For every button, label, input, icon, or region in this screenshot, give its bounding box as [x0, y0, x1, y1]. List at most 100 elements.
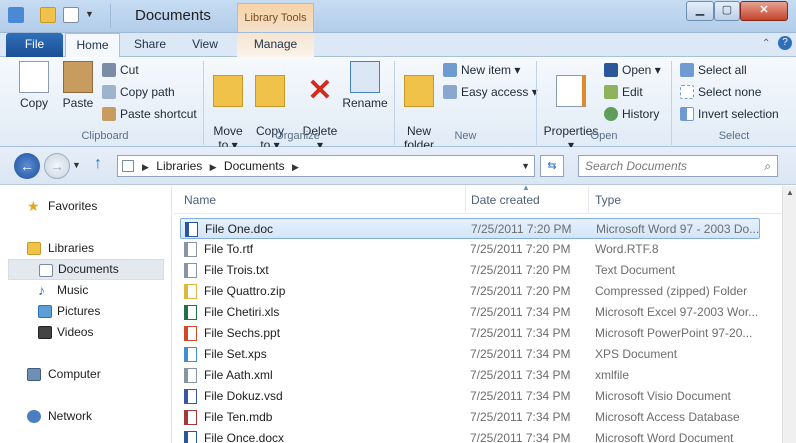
file-row[interactable]: File Chetiri.xls 7/25/2011 7:34 PM Microso…	[180, 302, 760, 323]
tab-view[interactable]: View	[180, 33, 230, 57]
search-input[interactable]: Search Documents ⌕	[578, 155, 778, 177]
new-item-button[interactable]: New item ▾	[443, 63, 520, 77]
properties-icon	[556, 75, 586, 107]
scroll-up-icon[interactable]: ▲	[786, 188, 794, 197]
column-header-date[interactable]: Date created	[471, 193, 540, 207]
ribbon-tab-row: File Home Share View Manage ⌃ ?	[0, 33, 796, 58]
close-button[interactable]: ✕	[740, 1, 788, 21]
nav-item-videos[interactable]: Videos	[0, 322, 168, 343]
column-header-row: Name ▲ Date created Type	[174, 183, 782, 214]
cut-button[interactable]: Cut	[102, 63, 139, 77]
nav-label: Videos	[57, 325, 94, 339]
breadcrumb-libraries[interactable]: Libraries	[156, 159, 202, 173]
file-row[interactable]: File Dokuz.vsd 7/25/2011 7:34 PM Microsoft…	[180, 386, 760, 407]
nav-label: Computer	[48, 367, 101, 381]
history-icon	[604, 107, 618, 121]
file-row[interactable]: File Sechs.ppt 7/25/2011 7:34 PM Microsoft…	[180, 323, 760, 344]
maximize-button[interactable]: ▢	[714, 1, 740, 21]
nav-item-libraries[interactable]: Libraries	[0, 238, 168, 259]
tab-share[interactable]: Share	[125, 33, 175, 57]
file-row[interactable]: File Quattro.zip 7/25/2011 7:20 PM Compres…	[180, 281, 760, 302]
select-none-button[interactable]: Select none	[680, 85, 761, 99]
quick-access-dropdown-icon[interactable]: ▼	[85, 9, 94, 19]
minimize-ribbon-icon[interactable]: ⌃	[762, 38, 770, 49]
nav-item-network[interactable]: Network	[0, 406, 168, 427]
nav-item-computer[interactable]: Computer	[0, 364, 168, 385]
nav-item-favorites[interactable]: ★ Favorites	[0, 196, 168, 217]
edit-button[interactable]: Edit	[604, 85, 643, 99]
help-icon[interactable]: ?	[778, 36, 792, 50]
file-row[interactable]: File One.doc 7/25/2011 7:20 PM Microsoft W…	[180, 218, 760, 239]
select-group-label: Select	[718, 130, 750, 142]
excel-icon	[184, 305, 197, 320]
paste-shortcut-button[interactable]: Paste shortcut	[102, 107, 197, 121]
recent-locations-dropdown-icon[interactable]: ▼	[72, 160, 81, 170]
column-header-type[interactable]: Type	[595, 193, 621, 207]
tab-home[interactable]: Home	[65, 33, 120, 58]
history-button[interactable]: History	[604, 107, 659, 121]
tab-manage[interactable]: Manage	[237, 33, 314, 57]
file-name: File To.rtf	[204, 242, 254, 256]
column-header-name[interactable]: Name	[184, 193, 216, 207]
computer-icon	[27, 368, 41, 381]
folder-quick-icon[interactable]	[40, 7, 56, 23]
paste-button[interactable]: Paste	[58, 61, 98, 110]
breadcrumb-chevron-icon[interactable]: ▶	[210, 162, 217, 172]
file-date-created: 7/25/2011 7:20 PM	[470, 263, 571, 277]
minimize-button[interactable]: ▁	[686, 1, 714, 21]
address-dropdown-icon[interactable]: ▼	[521, 156, 530, 176]
file-type: Text Document	[595, 263, 676, 277]
nav-label: Favorites	[48, 199, 98, 213]
title-divider	[110, 4, 111, 28]
file-type: Microsoft Access Database	[595, 410, 740, 424]
new-item-label: New item ▾	[461, 63, 521, 77]
paste-shortcut-icon	[102, 107, 116, 121]
clipboard-group-label: Clipboard	[81, 130, 129, 142]
open-button[interactable]: Open ▾	[604, 63, 661, 77]
window-title: Documents	[135, 7, 211, 24]
library-tools-context-label: Library Tools	[237, 3, 314, 32]
navigation-pane: ★ Favorites Libraries Documents ♪ Music …	[0, 186, 172, 443]
breadcrumb-chevron-icon[interactable]: ▶	[142, 162, 149, 172]
breadcrumb-documents[interactable]: Documents	[224, 159, 285, 173]
back-button[interactable]: ←	[14, 153, 40, 179]
refresh-button[interactable]: ⇆	[540, 155, 564, 177]
select-none-icon	[680, 85, 694, 99]
rename-button[interactable]: Rename	[342, 61, 388, 110]
invert-selection-label: Invert selection	[698, 107, 779, 121]
rename-icon	[350, 61, 380, 93]
file-row[interactable]: File Aath.xml 7/25/2011 7:34 PM xmlfile	[180, 365, 760, 386]
column-divider[interactable]	[588, 186, 589, 214]
copy-button[interactable]: Copy	[14, 61, 54, 110]
select-all-button[interactable]: Select all	[680, 63, 747, 77]
file-name: File Dokuz.vsd	[204, 389, 283, 403]
forward-button[interactable]: →	[44, 153, 70, 179]
file-row[interactable]: File Trois.txt 7/25/2011 7:20 PM Text Docu…	[180, 260, 760, 281]
column-divider[interactable]	[465, 186, 466, 214]
word-doc-icon	[185, 222, 198, 237]
file-row[interactable]: File To.rtf 7/25/2011 7:20 PM Word.RTF.8	[180, 239, 760, 260]
nav-item-documents[interactable]: Documents	[8, 259, 164, 280]
file-row[interactable]: File Set.xps 7/25/2011 7:34 PM XPS Documen…	[180, 344, 760, 365]
open-group-label: Open	[590, 130, 618, 142]
file-row[interactable]: File Ten.mdb 7/25/2011 7:34 PM Microsoft A…	[180, 407, 760, 428]
up-arrow-icon[interactable]: ↑	[94, 155, 102, 173]
easy-access-button[interactable]: Easy access ▾	[443, 85, 538, 99]
select-all-label: Select all	[698, 63, 747, 77]
file-type: Microsoft PowerPoint 97-20...	[595, 326, 753, 340]
file-row[interactable]: File Once.docx 7/25/2011 7:34 PM Microsoft…	[180, 428, 760, 443]
new-item-icon	[443, 63, 457, 77]
move-to-folder-icon	[213, 75, 243, 107]
address-input[interactable]: ▶ Libraries ▶ Documents ▶ ▼	[117, 155, 535, 177]
properties-quick-icon[interactable]	[63, 7, 79, 23]
nav-item-music[interactable]: ♪ Music	[0, 280, 168, 301]
vertical-scrollbar[interactable]: ▲	[782, 186, 796, 443]
tab-file[interactable]: File	[6, 33, 63, 57]
invert-selection-button[interactable]: Invert selection	[680, 107, 779, 121]
file-date-created: 7/25/2011 7:34 PM	[470, 368, 571, 382]
nav-item-pictures[interactable]: Pictures	[0, 301, 168, 322]
breadcrumb-chevron-icon[interactable]: ▶	[292, 162, 299, 172]
file-list: Name ▲ Date created Type File One.doc 7/2…	[174, 183, 782, 443]
copy-path-button[interactable]: Copy path	[102, 85, 175, 99]
ribbon: Copy Paste Cut Copy path Paste shortcut …	[0, 57, 796, 152]
